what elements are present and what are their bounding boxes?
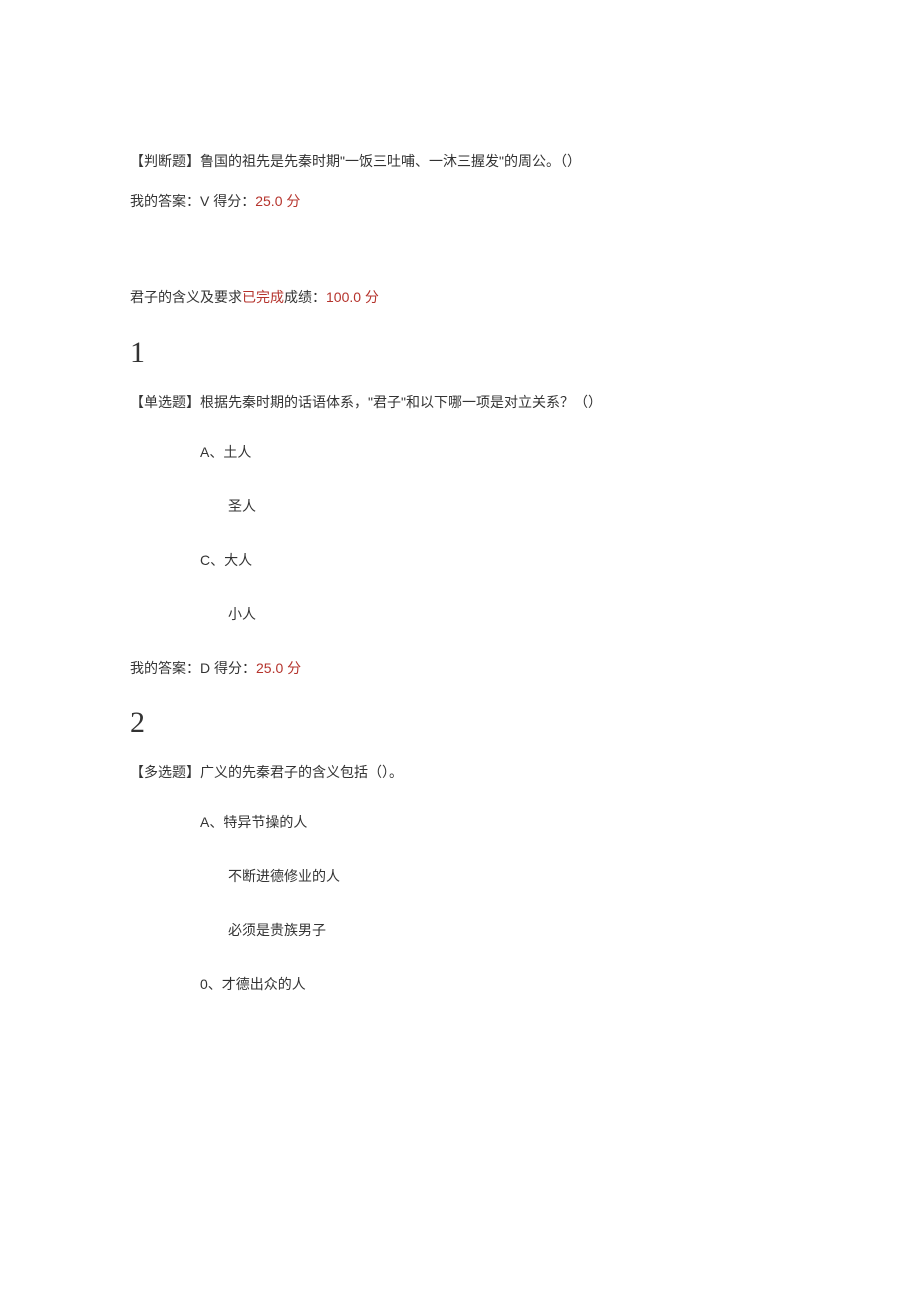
q1-options: A、土人 圣人 C、大人 小人: [200, 442, 790, 624]
q1-option-a: A、土人: [200, 442, 790, 462]
q2-option-a: A、特异节操的人: [200, 812, 790, 832]
q2-option-c: 必须是贵族男子: [228, 920, 790, 940]
q2-prompt: 【多选题】广义的先秦君子的含义包括（）。: [130, 762, 790, 782]
section-score-label: 成绩：: [284, 289, 326, 305]
q1-option-c: C、大人: [200, 550, 790, 570]
question-number-1: 1: [130, 336, 790, 370]
section-score: 100.0 分: [326, 289, 379, 305]
answer-prefix: 我的答案：V 得分：: [130, 193, 255, 209]
section-header: 君子的含义及要求已完成成绩：100.0 分: [130, 286, 790, 308]
question-number-2: 2: [130, 706, 790, 740]
judgment-answer: 我的答案：V 得分：25.0 分: [130, 190, 790, 212]
q2-options: A、特异节操的人 不断进德修业的人 必须是贵族男子 0、才德出众的人: [200, 812, 790, 994]
q1-answer: 我的答案：D 得分：25.0 分: [130, 658, 790, 678]
q1-option-b: 圣人: [228, 496, 790, 516]
q2-option-b: 不断进德修业的人: [228, 866, 790, 886]
q1-answer-prefix: 我的答案：D 得分：: [130, 660, 256, 676]
answer-score: 25.0 分: [255, 193, 300, 209]
section-title-text: 君子的含义及要求: [130, 289, 242, 305]
q2-option-d: 0、才德出众的人: [200, 974, 790, 994]
q1-answer-score: 25.0 分: [256, 660, 301, 676]
section-status: 已完成: [242, 289, 284, 305]
judgment-prompt: 【判断题】鲁国的祖先是先秦时期"一饭三吐哺、一沐三握发"的周公。（）: [130, 150, 790, 172]
q1-option-d: 小人: [228, 604, 790, 624]
q1-prompt: 【单选题】根据先秦时期的话语体系，"君子"和以下哪一项是对立关系？（）: [130, 392, 790, 412]
